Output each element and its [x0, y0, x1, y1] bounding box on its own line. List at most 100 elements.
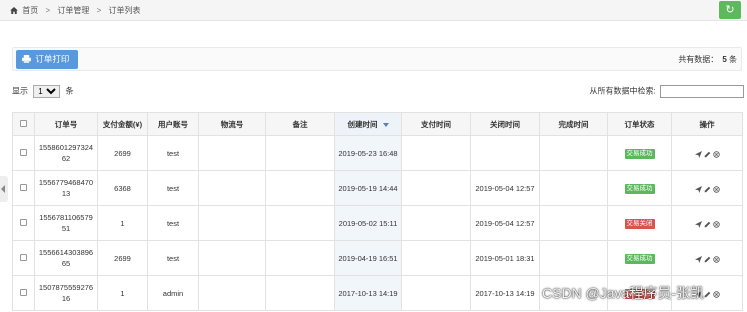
cell-created: 2019-05-02 15:11 — [334, 205, 402, 241]
table-header-row: 订单号 支付金额(¥) 用户账号 物流号 备注 创建时间 支付时间 关闭时间 完… — [12, 112, 743, 136]
cell-order-no: 155661430389665 — [34, 240, 98, 276]
breadcrumb-separator: > — [96, 6, 102, 15]
status-badge: 交易关闭 — [624, 219, 655, 229]
delete-icon[interactable] — [712, 290, 720, 298]
cell-status: 交易成功 — [607, 135, 672, 171]
header-closed[interactable]: 关闭时间 — [470, 112, 540, 136]
send-icon[interactable] — [694, 185, 702, 194]
header-user[interactable]: 用户账号 — [147, 112, 199, 136]
cell-status: 交易关闭 — [607, 205, 672, 241]
select-all-checkbox[interactable] — [20, 119, 27, 127]
send-icon[interactable] — [694, 255, 702, 264]
page-length-select[interactable]: 10 — [33, 85, 61, 98]
delete-icon[interactable] — [712, 150, 720, 158]
breadcrumb-home[interactable]: 首页 — [22, 6, 38, 15]
header-amount[interactable]: 支付金额(¥) — [97, 112, 148, 136]
page-length-control: 显示 10 条 — [12, 85, 73, 98]
cell-logistics — [198, 135, 266, 171]
cell-note — [265, 205, 335, 241]
breadcrumb-order-management[interactable]: 订单管理 — [57, 6, 89, 15]
row-checkbox[interactable] — [20, 253, 27, 261]
cell-amount: 1 — [97, 275, 148, 311]
header-created[interactable]: 创建时间 — [334, 112, 402, 136]
cell-note — [265, 135, 335, 171]
top-bar: 首页 > 订单管理 > 订单列表 ↻ — [0, 0, 747, 21]
cell-paid — [401, 275, 471, 311]
edit-icon[interactable] — [704, 255, 711, 263]
status-badge: 交易成功 — [624, 149, 655, 159]
cell-logistics — [198, 275, 266, 311]
cell-closed: 2019-05-04 12:57 — [470, 170, 540, 206]
edit-icon[interactable] — [704, 290, 711, 298]
print-icon — [22, 55, 31, 63]
cell-note — [265, 170, 335, 206]
cell-order-no: 155677946847013 — [34, 170, 98, 206]
row-checkbox[interactable] — [20, 183, 27, 191]
cell-logistics — [198, 170, 266, 206]
cell-closed: 2019-05-01 18:31 — [470, 240, 540, 276]
row-select-cell[interactable] — [12, 275, 35, 311]
delete-icon[interactable] — [712, 220, 720, 228]
header-completed[interactable]: 完成时间 — [539, 112, 608, 136]
send-icon[interactable] — [694, 150, 702, 159]
row-checkbox[interactable] — [20, 218, 27, 226]
cell-paid — [401, 170, 471, 206]
breadcrumb-order-list: 订单列表 — [108, 6, 141, 15]
cell-completed — [539, 135, 608, 171]
cell-actions — [671, 170, 743, 206]
row-checkbox[interactable] — [20, 148, 27, 156]
row-select-cell[interactable] — [12, 205, 35, 241]
action-bar: 订单打印 共有数据： 5 条 — [12, 47, 742, 71]
cell-note — [265, 240, 335, 276]
search-label: 从所有数据中检索: — [589, 86, 656, 96]
search-input[interactable] — [660, 85, 744, 98]
length-unit-label: 条 — [65, 86, 74, 96]
refresh-button[interactable]: ↻ — [719, 1, 741, 19]
cell-user: test — [147, 170, 199, 206]
send-icon[interactable] — [694, 220, 702, 229]
delete-icon[interactable] — [712, 255, 720, 263]
sidebar-toggle-tab[interactable] — [0, 176, 8, 202]
total-value: 5 — [722, 55, 727, 64]
row-select-cell[interactable] — [12, 135, 35, 171]
cell-amount: 2699 — [97, 135, 148, 171]
cell-note — [265, 275, 335, 311]
cell-actions — [671, 205, 743, 241]
table-row: 155677946847013 6368 test 2019-05-19 14:44 2… — [12, 170, 743, 206]
cell-completed — [539, 205, 608, 241]
cell-order-no: 155678110657951 — [34, 205, 98, 241]
edit-icon[interactable] — [704, 185, 711, 193]
print-orders-button[interactable]: 订单打印 — [16, 50, 78, 69]
cell-user: test — [147, 205, 199, 241]
header-actions: 操作 — [671, 112, 743, 136]
cell-amount: 1 — [97, 205, 148, 241]
total-count: 共有数据： 5 条 — [678, 54, 737, 65]
row-select-cell[interactable] — [12, 240, 35, 276]
orders-table: 订单号 支付金额(¥) 用户账号 物流号 备注 创建时间 支付时间 关闭时间 完… — [12, 112, 743, 311]
cell-user: admin — [147, 275, 199, 311]
edit-icon[interactable] — [704, 150, 711, 158]
cell-closed: 2017-10-13 14:19 — [470, 275, 540, 311]
header-logistics[interactable]: 物流号 — [198, 112, 266, 136]
header-order-no[interactable]: 订单号 — [34, 112, 98, 136]
table-row: 155860129732462 2699 test 2019-05-23 16:48 交… — [12, 135, 743, 171]
cell-paid — [401, 205, 471, 241]
edit-icon[interactable] — [704, 220, 711, 228]
cell-actions — [671, 240, 743, 276]
watermark: CSDN @Java程序员-张凯 — [542, 285, 705, 301]
cell-status: 交易成功 — [607, 240, 672, 276]
cell-closed: 2019-05-04 12:57 — [470, 205, 540, 241]
cell-amount: 6368 — [97, 170, 148, 206]
cell-status: 交易成功 — [607, 170, 672, 206]
delete-icon[interactable] — [712, 185, 720, 193]
status-badge: 交易成功 — [624, 184, 655, 194]
print-orders-label: 订单打印 — [35, 54, 70, 64]
select-all-header[interactable] — [12, 112, 35, 136]
header-status[interactable]: 订单状态 — [607, 112, 672, 136]
row-select-cell[interactable] — [12, 170, 35, 206]
header-note[interactable]: 备注 — [265, 112, 335, 136]
header-created-label: 创建时间 — [347, 119, 378, 129]
row-checkbox[interactable] — [20, 288, 27, 296]
cell-logistics — [198, 205, 266, 241]
header-paid[interactable]: 支付时间 — [401, 112, 471, 136]
